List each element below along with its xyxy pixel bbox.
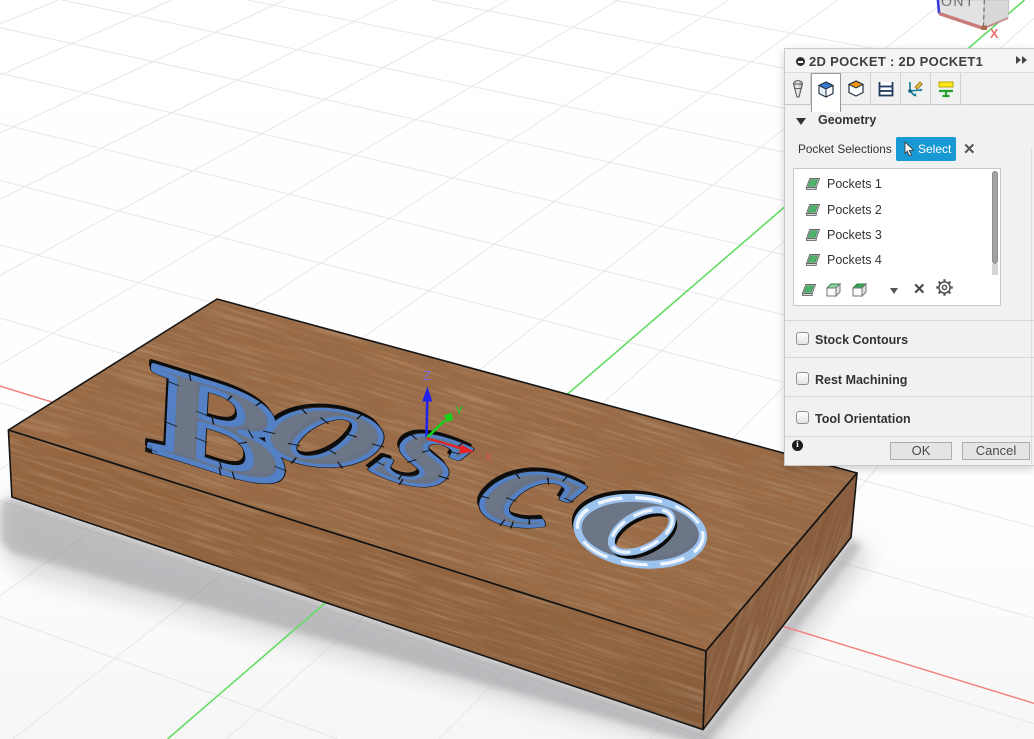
svg-text:X: X (485, 451, 492, 463)
svg-text:ONT: ONT (941, 0, 975, 9)
svg-text:X: X (990, 27, 999, 41)
svg-text:Z: Z (423, 368, 431, 383)
svg-text:Y: Y (455, 403, 464, 418)
